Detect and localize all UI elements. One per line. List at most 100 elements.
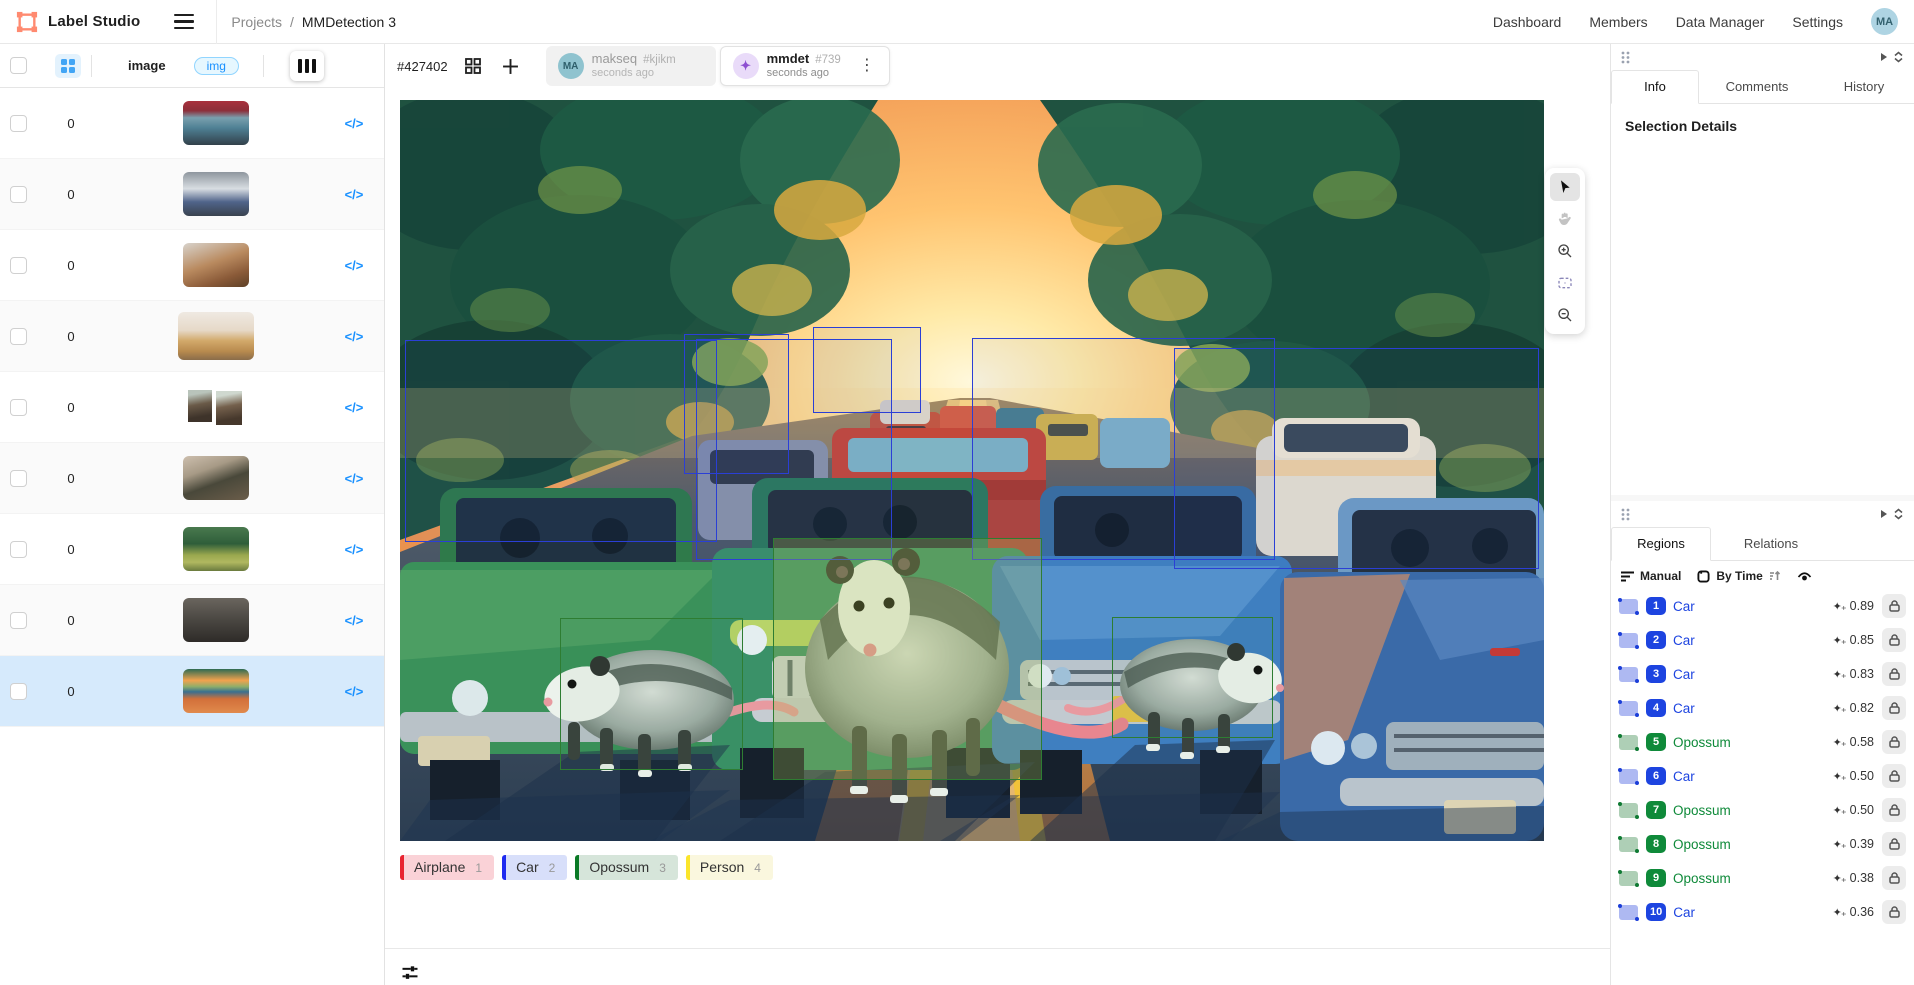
task-thumbnail[interactable] [183,598,249,642]
annotation-menu-icon[interactable]: ⋮ [859,58,875,74]
task-thumbnail[interactable] [183,385,249,429]
breadcrumb-projects[interactable]: Projects [231,14,282,30]
nav-link-dashboard[interactable]: Dashboard [1493,14,1562,30]
label-button-opossum[interactable]: Opossum3 [575,855,678,880]
order-by-button[interactable]: By Time [1697,569,1780,583]
task-thumbnail[interactable] [183,101,249,145]
hamburger-menu-icon[interactable] [174,5,208,39]
user-avatar[interactable]: MA [1871,8,1898,35]
row-checkbox[interactable] [10,683,27,700]
toggle-visibility-icon[interactable] [1797,571,1812,582]
row-checkbox[interactable] [10,541,27,558]
column-header-image[interactable]: image [128,58,166,73]
tab-regions[interactable]: Regions [1611,527,1711,561]
code-icon[interactable]: </> [334,116,374,131]
code-icon[interactable]: </> [334,187,374,202]
region-item[interactable]: 3Car✦₊0.83 [1611,657,1914,691]
detach-panel-icon[interactable] [1877,507,1891,521]
region-item[interactable]: 9Opossum✦₊0.38 [1611,861,1914,895]
row-checkbox[interactable] [10,470,27,487]
task-thumbnail[interactable] [183,669,249,713]
annotation-tab-mmdet[interactable]: ✦mmdet#739seconds ago⋮ [720,46,890,86]
task-row[interactable]: 0</> [0,372,384,443]
region-box-opossum[interactable] [560,618,743,770]
collapse-panel-icon[interactable] [1891,49,1906,65]
region-box-car[interactable] [405,340,717,542]
fit-screen-tool-icon[interactable] [1550,269,1580,297]
columns-settings-icon[interactable] [290,51,324,81]
lock-region-icon[interactable] [1882,594,1906,618]
lock-region-icon[interactable] [1882,764,1906,788]
tab-relations[interactable]: Relations [1711,527,1831,560]
region-item[interactable]: 8Opossum✦₊0.39 [1611,827,1914,861]
group-by-button[interactable]: Manual [1621,569,1681,583]
select-all-checkbox[interactable] [10,57,27,74]
row-checkbox[interactable] [10,115,27,132]
tab-history[interactable]: History [1815,70,1913,103]
row-checkbox[interactable] [10,399,27,416]
region-item[interactable]: 2Car✦₊0.85 [1611,623,1914,657]
lock-region-icon[interactable] [1882,730,1906,754]
column-type-tag[interactable]: img [194,57,239,75]
task-row[interactable]: 0</> [0,443,384,514]
task-row[interactable]: 0</> [0,585,384,656]
add-annotation-icon[interactable] [498,53,524,79]
code-icon[interactable]: </> [334,542,374,557]
view-all-annotations-icon[interactable] [460,53,486,79]
row-checkbox[interactable] [10,257,27,274]
nav-link-data-manager[interactable]: Data Manager [1676,14,1765,30]
task-thumbnail[interactable] [183,456,249,500]
lock-region-icon[interactable] [1882,866,1906,890]
lock-region-icon[interactable] [1882,832,1906,856]
tab-info[interactable]: Info [1611,70,1699,104]
region-item[interactable]: 4Car✦₊0.82 [1611,691,1914,725]
code-icon[interactable]: </> [334,613,374,628]
drag-handle-icon[interactable] [1619,506,1632,523]
code-icon[interactable]: </> [334,400,374,415]
zoom-out-tool-icon[interactable] [1550,301,1580,329]
label-button-airplane[interactable]: Airplane1 [400,855,494,880]
region-box-car[interactable] [813,327,921,414]
lock-region-icon[interactable] [1882,696,1906,720]
detach-panel-icon[interactable] [1877,50,1891,64]
pan-tool-icon[interactable] [1550,205,1580,233]
region-item[interactable]: 6Car✦₊0.50 [1611,759,1914,793]
task-row[interactable]: 0</> [0,514,384,585]
row-checkbox[interactable] [10,612,27,629]
row-checkbox[interactable] [10,186,27,203]
label-button-car[interactable]: Car2 [502,855,567,880]
task-row[interactable]: 0</> [0,656,384,727]
region-box-car[interactable] [1174,348,1539,569]
code-icon[interactable]: </> [334,258,374,273]
annotation-tab-makseq[interactable]: MAmakseq#kjikmseconds ago [546,46,716,86]
settings-sliders-icon[interactable] [400,963,420,985]
region-box-opossum[interactable] [1112,617,1273,738]
collapse-panel-icon[interactable] [1891,506,1906,522]
code-icon[interactable]: </> [334,329,374,344]
grid-view-toggle-icon[interactable] [55,54,81,78]
region-item[interactable]: 1Car✦₊0.89 [1611,589,1914,623]
task-thumbnail[interactable] [178,312,254,360]
code-icon[interactable]: </> [334,684,374,699]
lock-region-icon[interactable] [1882,798,1906,822]
label-button-person[interactable]: Person4 [686,855,773,880]
task-row[interactable]: 0</> [0,230,384,301]
region-item[interactable]: 5Opossum✦₊0.58 [1611,725,1914,759]
move-tool-icon[interactable] [1550,173,1580,201]
task-thumbnail[interactable] [183,527,249,571]
task-row[interactable]: 0</> [0,88,384,159]
task-image[interactable] [400,100,1544,841]
drag-handle-icon[interactable] [1619,49,1632,66]
row-checkbox[interactable] [10,328,27,345]
region-box-opossum[interactable] [773,538,1042,780]
task-thumbnail[interactable] [183,243,249,287]
region-item[interactable]: 10Car✦₊0.36 [1611,895,1914,929]
tab-comments[interactable]: Comments [1699,70,1815,103]
lock-region-icon[interactable] [1882,662,1906,686]
region-item[interactable]: 7Opossum✦₊0.50 [1611,793,1914,827]
task-row[interactable]: 0</> [0,159,384,230]
lock-region-icon[interactable] [1882,900,1906,924]
zoom-in-tool-icon[interactable] [1550,237,1580,265]
lock-region-icon[interactable] [1882,628,1906,652]
nav-link-members[interactable]: Members [1589,14,1647,30]
